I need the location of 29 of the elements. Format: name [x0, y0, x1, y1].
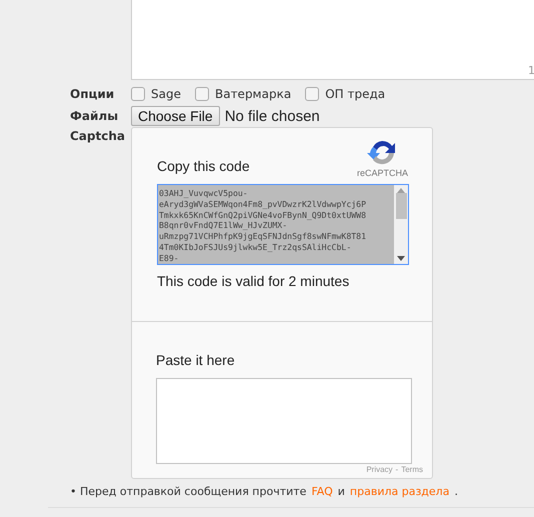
copy-heading: Copy this code: [157, 158, 250, 174]
file-status: No file chosen: [224, 108, 320, 124]
scroll-down-icon[interactable]: [397, 256, 405, 261]
checkbox[interactable]: [305, 87, 320, 101]
validity-note: This code is valid for 2 minutes: [157, 273, 350, 289]
option-label: Ватермарка: [214, 87, 292, 101]
notice-text: и: [338, 485, 345, 498]
scrollbar[interactable]: [394, 185, 408, 264]
privacy-link[interactable]: Privacy: [366, 465, 393, 474]
files-label: Файлы: [69, 109, 120, 123]
paste-label: Paste it here: [156, 352, 236, 368]
character-counter: 1: [528, 64, 534, 77]
option-label: Sage: [151, 87, 181, 101]
code-field[interactable]: 03AHJ_VuvqwcV5pou- eAryd3gWVaSEMWqon4Fm8_pvVDwzrK2lVdwwpYcj6P Tmkxk65KnCWfGnQ2piVGNe4voFBynN_Q9Dt0xtUWW8 B8qnr0vFndQ7E1lWw_HJvZUMX- uRmzpg71VCHPhfpK9jgEqSFNJdnSgf8swNFmwK8T81 4Tm0KIbJoFSJUs9jlwkw5E_Trz2qsSAliHcCbL- E89-: [157, 184, 409, 265]
captcha-label: Captcha: [69, 129, 126, 143]
message-field[interactable]: 1: [131, 0, 534, 80]
notice-text: .: [454, 485, 458, 498]
notice-text: • Перед отправкой сообщения прочтите: [70, 485, 306, 498]
separator: -: [396, 465, 398, 474]
recaptcha-brand: reCAPTCHA: [356, 168, 408, 178]
checkbox[interactable]: [131, 87, 145, 101]
checkbox[interactable]: [194, 87, 209, 101]
terms-link[interactable]: Terms: [401, 465, 423, 474]
choose-file-button[interactable]: Choose File: [131, 106, 220, 126]
options-label: Опции: [69, 87, 116, 101]
option-label: ОП треда: [325, 87, 386, 101]
notice-link[interactable]: FAQ: [311, 485, 333, 498]
notice-link[interactable]: правила раздела: [350, 485, 450, 498]
answer-field[interactable]: [156, 378, 412, 464]
